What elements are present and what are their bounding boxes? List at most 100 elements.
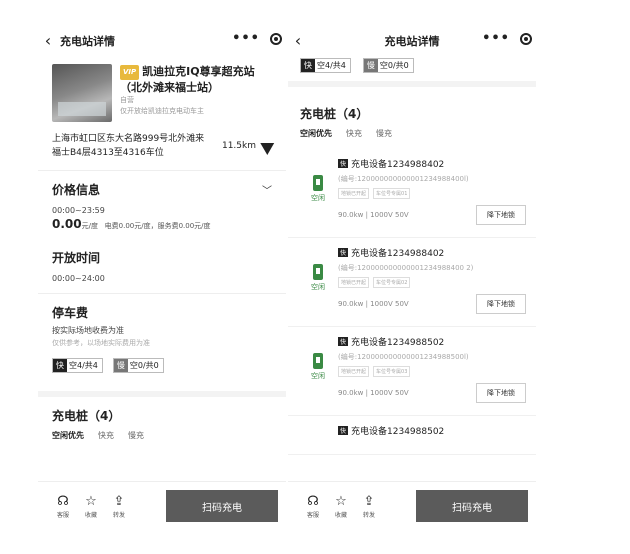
spot-chip: 车位号专属02 xyxy=(373,277,411,288)
charger-device: 空闲 快充电设备1234988402 (编号:12000000000000123… xyxy=(288,238,536,327)
star-icon: ☆ xyxy=(85,493,97,509)
parking-fee: 停车费 按实际场地收费为准 仅供参考，以场地实际费用为准 快空4/共4 慢空0/… xyxy=(38,294,286,391)
navigate-icon[interactable] xyxy=(260,136,278,156)
page-title: 充电站详情 xyxy=(60,35,115,48)
scan-charge-button[interactable]: 扫码充电 xyxy=(416,490,528,522)
price-line: 0.00元/度 电费0.00元/度，服务费0.00元/度 xyxy=(38,217,286,239)
nav-bar: ‹ 充电站详情 ••• xyxy=(38,26,286,56)
availability-strip: 快空4/共4 慢空0/共0 xyxy=(288,56,536,87)
filter-idle-first[interactable]: 空闲优先 xyxy=(52,430,84,441)
share-button[interactable]: ⇪ 转发 xyxy=(106,494,132,519)
slow-availability-badge: 慢空0/共0 xyxy=(112,358,164,373)
share-icon: ⇪ xyxy=(113,493,125,509)
fast-availability-badge: 快空4/共4 xyxy=(52,358,103,373)
mini-program-capsule: ••• xyxy=(482,32,532,46)
pile-filters: 空闲优先 快充 慢充 xyxy=(38,424,286,447)
device-name: 快充电设备1234988402 xyxy=(338,159,445,170)
price-unit: 元/度 xyxy=(81,222,98,230)
piles-section: 充电桩（4） 空闲优先 快充 慢充 xyxy=(38,397,286,451)
device-status: 空闲 xyxy=(304,246,332,314)
piles-title: 充电桩（4） xyxy=(300,107,369,121)
nav-bar: ‹ 充电站详情 ••• xyxy=(288,26,536,56)
more-icon[interactable]: ••• xyxy=(232,32,260,46)
station-photo[interactable] xyxy=(52,64,112,122)
star-icon: ☆ xyxy=(335,493,347,509)
filter-slow[interactable]: 慢充 xyxy=(128,430,144,441)
lower-lock-button[interactable]: 降下地锁 xyxy=(476,205,526,225)
close-target-icon[interactable] xyxy=(270,33,282,45)
mini-program-capsule: ••• xyxy=(232,32,282,46)
parking-title: 停车费 xyxy=(52,306,89,320)
headset-icon: ☊ xyxy=(57,493,69,509)
open-time: 00:00~24:00 xyxy=(52,274,105,283)
lock-status-chip: 地锁已开起 xyxy=(338,277,370,288)
parking-desc: 按实际场地收费为准 xyxy=(52,326,124,335)
charger-plug-icon xyxy=(313,175,323,191)
pile-filters: 空闲优先 快充 慢充 xyxy=(288,122,536,145)
back-icon[interactable]: ‹ xyxy=(288,26,308,56)
favorite-button[interactable]: ☆ 收藏 xyxy=(78,494,104,519)
bottom-bar: ☊ 客服 ☆ 收藏 ⇪ 转发 扫码充电 xyxy=(38,481,286,530)
address-text: 上海市虹口区东大名路999号北外滩来 福士B4层4313至4316车位 xyxy=(52,134,205,158)
device-power: 90.0kw | 1000V 50V xyxy=(338,389,409,397)
chevron-down-icon[interactable]: ﹀ xyxy=(262,182,272,197)
device-name: 快充电设备1234988502 xyxy=(338,426,445,437)
slow-availability-badge: 慢空0/共0 xyxy=(362,58,414,73)
device-status: 空闲 xyxy=(304,335,332,403)
parking-note: 仅供参考，以场地实际费用为准 xyxy=(52,339,150,347)
lower-lock-button[interactable]: 降下地锁 xyxy=(476,294,526,314)
lock-status-chip: 地锁已开起 xyxy=(338,188,370,199)
lower-lock-button[interactable]: 降下地锁 xyxy=(476,383,526,403)
charger-plug-icon xyxy=(313,264,323,280)
left-screen: ‹ 充电站详情 ••• VIP 凯迪拉克IQ尊享超充站 （北外滩来福士站） 自营 … xyxy=(38,26,286,530)
price-header[interactable]: 价格信息 ﹀ xyxy=(38,171,286,204)
share-button[interactable]: ⇪ 转发 xyxy=(356,494,382,519)
lock-status-chip: 地锁已开起 xyxy=(338,366,370,377)
filter-fast[interactable]: 快充 xyxy=(98,430,114,441)
service-button[interactable]: ☊ 客服 xyxy=(50,494,76,519)
price-amount: 0.00 xyxy=(52,217,82,231)
open-title: 开放时间 xyxy=(52,251,101,265)
device-name: 快充电设备1234988402 xyxy=(338,248,445,259)
station-note: 仅开放给凯迪拉克电动车主 xyxy=(120,107,204,115)
filter-fast[interactable]: 快充 xyxy=(346,128,362,139)
piles-section: 充电桩（4） 空闲优先 快充 慢充 xyxy=(288,87,536,149)
bottom-bar: ☊ 客服 ☆ 收藏 ⇪ 转发 扫码充电 xyxy=(288,481,536,530)
fast-availability-badge: 快空4/共4 xyxy=(300,58,351,73)
charger-plug-icon xyxy=(313,353,323,369)
price-title: 价格信息 xyxy=(52,183,101,197)
more-icon[interactable]: ••• xyxy=(482,32,510,46)
charger-device: 快充电设备1234988502 xyxy=(288,416,536,455)
device-name: 快充电设备1234988502 xyxy=(338,337,445,348)
share-icon: ⇪ xyxy=(363,493,375,509)
station-card: VIP 凯迪拉克IQ尊享超充站 （北外滩来福士站） 自营 仅开放给凯迪拉克电动车主… xyxy=(38,56,286,397)
address-row[interactable]: 上海市虹口区东大名路999号北外滩来 福士B4层4313至4316车位 11.5k… xyxy=(38,126,286,171)
open-hours: 开放时间 00:00~24:00 xyxy=(38,239,286,294)
spot-chip: 车位号专属01 xyxy=(373,188,411,199)
headset-icon: ☊ xyxy=(307,493,319,509)
piles-title: 充电桩（4） xyxy=(52,409,121,423)
scan-charge-button[interactable]: 扫码充电 xyxy=(166,490,278,522)
service-button[interactable]: ☊ 客服 xyxy=(300,494,326,519)
device-code: (编号:120000000000001234988500l) xyxy=(338,353,469,361)
charger-device: 空闲 快充电设备1234988402 (编号:12000000000000123… xyxy=(288,149,536,238)
favorite-button[interactable]: ☆ 收藏 xyxy=(328,494,354,519)
spot-chip: 车位号专属03 xyxy=(373,366,411,377)
device-code: (编号:120000000000001234988400l) xyxy=(338,175,469,183)
device-code: (编号:120000000000001234988400 2) xyxy=(338,264,474,272)
device-power: 90.0kw | 1000V 50V xyxy=(338,300,409,308)
distance: 11.5km xyxy=(221,141,256,151)
filter-idle-first[interactable]: 空闲优先 xyxy=(300,128,332,139)
price-time: 00:00~23:59 xyxy=(52,206,105,215)
station-name: VIP 凯迪拉克IQ尊享超充站 （北外滩来福士站） xyxy=(120,65,255,94)
price-detail: 电费0.00元/度，服务费0.00元/度 xyxy=(104,222,211,230)
device-power: 90.0kw | 1000V 50V xyxy=(338,211,409,219)
vip-badge: VIP xyxy=(120,65,140,80)
device-status xyxy=(304,424,332,442)
close-target-icon[interactable] xyxy=(520,33,532,45)
filter-slow[interactable]: 慢充 xyxy=(376,128,392,139)
charger-device: 空闲 快充电设备1234988502 (编号:12000000000000123… xyxy=(288,327,536,416)
right-screen: ‹ 充电站详情 ••• 快空4/共4 慢空0/共0 充电桩（4） 空闲优先 快充… xyxy=(288,26,536,530)
back-icon[interactable]: ‹ xyxy=(38,26,58,56)
self-operated-label: 自营 xyxy=(120,96,134,104)
